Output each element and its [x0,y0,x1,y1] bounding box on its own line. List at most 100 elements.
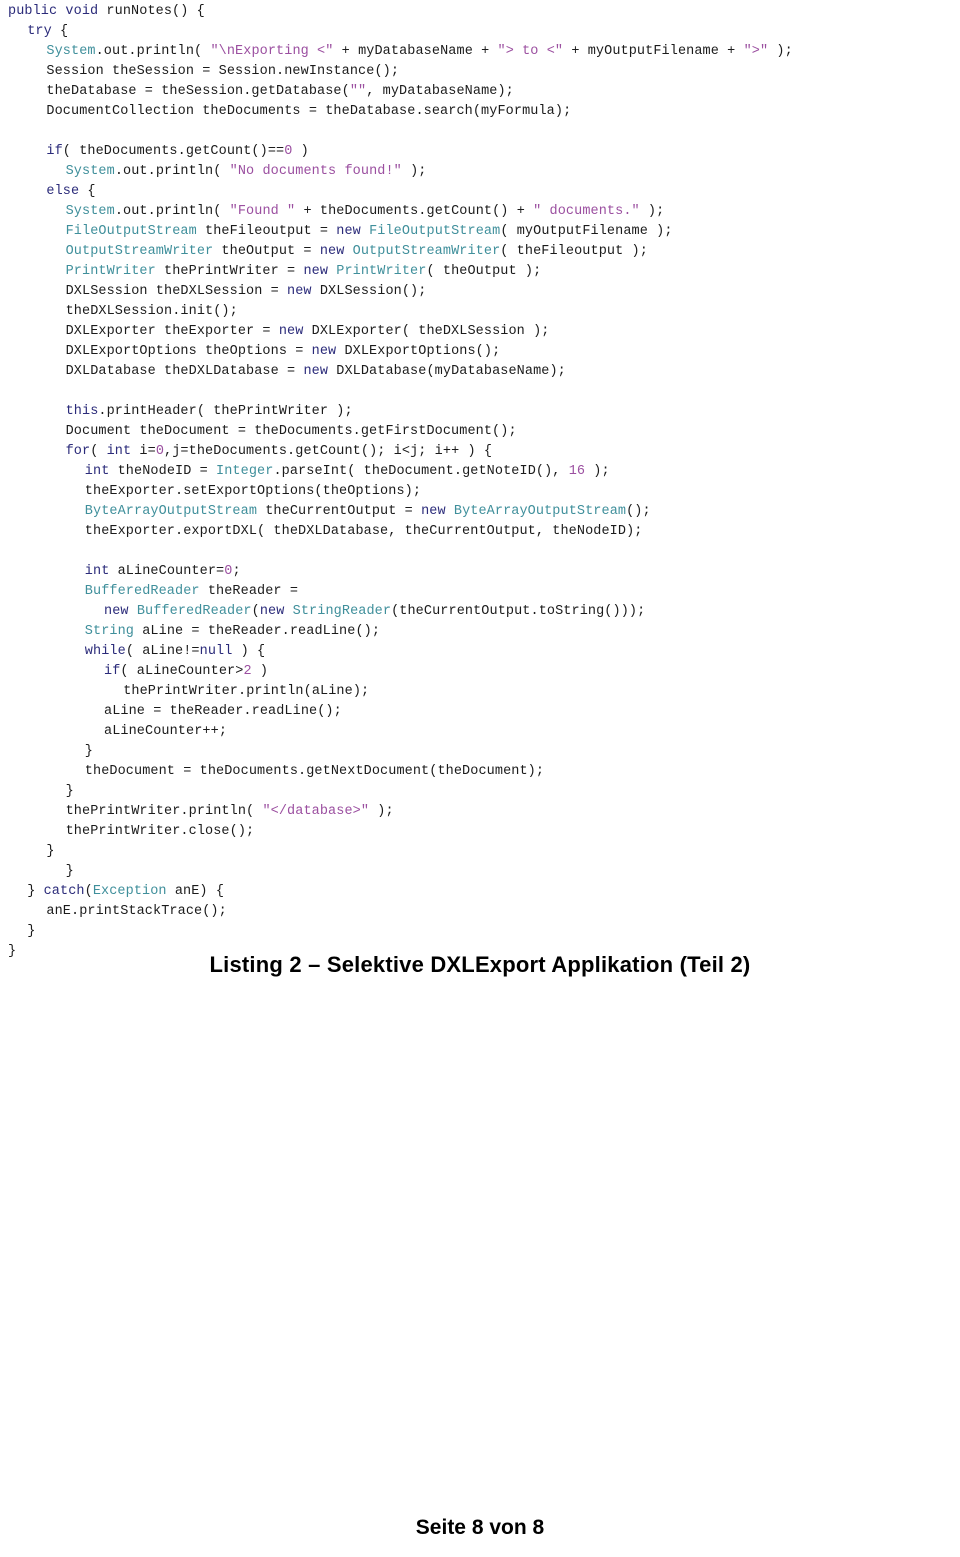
code-line: this.printHeader( thePrintWriter ); [0,402,960,422]
code-line: Document theDocument = theDocuments.getF… [0,422,960,442]
code-listing: public void runNotes() {try {System.out.… [0,0,960,962]
code-line: theExporter.exportDXL( theDXLDatabase, t… [0,522,960,542]
code-line: System.out.println( "Found " + theDocume… [0,202,960,222]
code-token-plain: ; [232,564,241,579]
code-token-num: 16 [568,464,586,479]
code-token-str: " documents." [533,204,640,219]
code-token-plain: } [65,784,74,799]
code-token-type: BufferedReader [84,584,200,599]
code-token-plain: thePrintWriter.println(aLine); [123,684,370,699]
code-line: aLineCounter++; [0,722,960,742]
code-line: int theNodeID = Integer.parseInt( theDoc… [0,462,960,482]
code-token-kw: catch [43,884,85,899]
code-line: DXLSession theDXLSession = new DXLSessio… [0,282,960,302]
code-token-str: "</database>" [262,804,370,819]
code-line: } [0,862,960,882]
code-token-kw: new [104,604,129,619]
code-token-plain: theDatabase = theSession.getDatabase( [46,84,350,99]
code-token-plain: ( theFileoutput ); [500,244,648,259]
code-token-plain: aLine = theReader.readLine(); [134,624,381,639]
code-token-plain: ( myOutputFilename ); [500,224,673,239]
code-line: while( aLine!=null ) { [0,642,960,662]
code-token-kw: for [65,444,91,459]
code-token-type: Integer [216,464,274,479]
code-token-kw: new [421,504,446,519]
code-token-plain: Document theDocument = theDocuments.getF… [65,424,517,439]
code-token-type: OutputStreamWriter [65,244,214,259]
code-line: String aLine = theReader.readLine(); [0,622,960,642]
page-footer: Seite 8 von 8 [415,1516,545,1539]
code-token-kw: null [199,644,233,659]
code-token-plain: ( [84,884,93,899]
code-token-plain: DXLDatabase theDXLDatabase = [65,364,304,379]
code-token-plain: ( theOutput ); [426,264,542,279]
code-token-kw: new [278,324,304,339]
code-token-type: System [65,164,115,179]
code-line: DocumentCollection theDocuments = theDat… [0,102,960,122]
code-line: for( int i=0,j=theDocuments.getCount(); … [0,442,960,462]
code-token-plain: DXLExportOptions theOptions = [65,344,312,359]
code-token-type: PrintWriter [336,264,427,279]
code-token-plain: { [79,184,96,199]
code-token-plain: + myDatabaseName + [333,44,498,59]
code-token-plain: DXLSession(); [311,284,427,299]
code-token-num: 2 [243,664,252,679]
code-line: else { [0,182,960,202]
code-token-kw: int [84,464,110,479]
code-token-plain: ); [639,204,665,219]
code-token-type: Exception [92,884,167,899]
code-token-str: "" [349,84,367,99]
code-token-plain: theExporter.exportDXL( theDXLDatabase, t… [84,524,643,539]
code-token-plain: .printHeader( thePrintWriter ); [98,404,353,419]
code-token-type: FileOutputStream [65,224,197,239]
code-token-kw: new [311,344,337,359]
code-token-str: "> to <" [497,44,564,59]
code-token-plain: thePrintWriter.close(); [65,824,255,839]
code-token-kw: int [106,444,132,459]
code-token-kw: while [84,644,126,659]
code-token-plain: theReader = [199,584,299,599]
code-token-plain: ( aLineCounter> [120,664,244,679]
code-line: System.out.println( "\nExporting <" + my… [0,42,960,62]
code-token-kw: new [259,604,285,619]
code-line: anE.printStackTrace(); [0,902,960,922]
code-line: DXLDatabase theDXLDatabase = new DXLData… [0,362,960,382]
code-token-plain: DXLExportOptions(); [336,344,501,359]
code-token-type: ByteArrayOutputStream [453,504,627,519]
code-token-kw: new [303,364,329,379]
code-token-plain: + myOutputFilename + [563,44,744,59]
code-line: theDocument = theDocuments.getNextDocume… [0,762,960,782]
code-line: if( aLineCounter>2 ) [0,662,960,682]
code-token-plain: ( aLine!= [125,644,200,659]
code-token-kw: new [287,284,312,299]
code-token-plain: theExporter.setExportOptions(theOptions)… [84,484,422,499]
code-line: thePrintWriter.close(); [0,822,960,842]
code-token-kw: else [46,184,80,199]
code-token-plain: runNotes() { [98,4,205,19]
code-token-plain: ); [768,44,793,59]
code-token-plain: theOutput = [213,244,320,259]
code-token-plain: anE) { [166,884,225,899]
code-token-plain: } [65,864,74,879]
code-token-kw: this [65,404,99,419]
code-token-plain: ( [90,444,107,459]
code-token-plain: ); [401,164,427,179]
code-token-type: System [46,44,96,59]
code-token-plain: aLine = theReader.readLine(); [104,704,342,719]
code-token-plain: } [84,744,93,759]
code-token-kw: int [84,564,110,579]
code-line: theExporter.setExportOptions(theOptions)… [0,482,960,502]
code-token-plain: .out.println( [114,164,230,179]
code-line: FileOutputStream theFileoutput = new Fil… [0,222,960,242]
code-token-num: 0 [155,444,165,459]
code-token-plain: ( theDocuments.getCount()== [62,144,285,159]
code-token-plain: ( [251,604,260,619]
code-token-plain: ) { [232,644,266,659]
code-token-type: String [84,624,135,639]
code-token-plain: } [46,844,55,859]
code-line: BufferedReader theReader = [0,582,960,602]
